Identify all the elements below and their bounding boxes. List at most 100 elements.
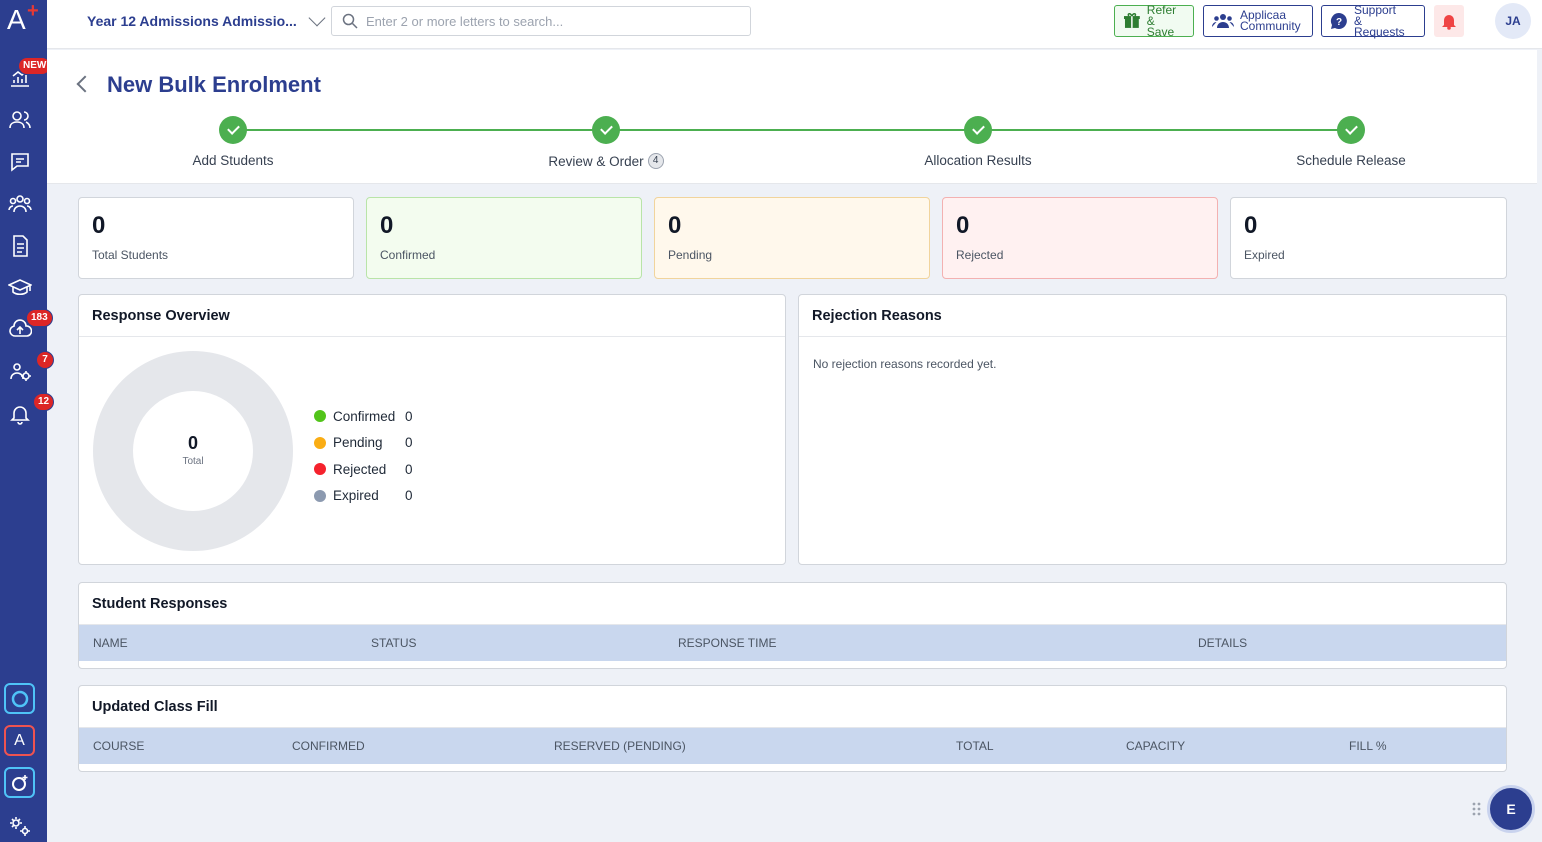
step-allocation-results[interactable]: Allocation Results bbox=[868, 116, 1088, 170]
stat-value: 0 bbox=[92, 212, 106, 239]
legend-swatch bbox=[314, 489, 326, 502]
applicaa-logo[interactable]: A + bbox=[7, 0, 41, 38]
class-fill-panel: Updated Class Fill COURSE CONFIRMED RESE… bbox=[78, 685, 1507, 772]
donut-total-value: 0 bbox=[187, 433, 198, 453]
donut-center: 0 Total bbox=[133, 391, 253, 511]
bell-icon bbox=[10, 406, 30, 425]
donut-total-label: Total bbox=[182, 456, 204, 467]
svg-text:?: ? bbox=[1336, 17, 1342, 28]
table-header-row: NAME STATUS RESPONSE TIME DETAILS bbox=[79, 625, 1506, 661]
chat-icon bbox=[11, 153, 29, 172]
refer-and-save-button[interactable]: Refer & Save bbox=[1114, 4, 1194, 39]
column-header-status[interactable]: STATUS bbox=[371, 636, 417, 650]
stat-label: Expired bbox=[1244, 248, 1285, 262]
column-header-reserved[interactable]: RESERVED (PENDING) bbox=[554, 739, 686, 753]
step-label: Schedule Release bbox=[1296, 153, 1406, 168]
sidebar-item-group-settings[interactable] bbox=[6, 358, 34, 386]
applicaa-app-icon: A bbox=[14, 731, 25, 749]
sidebar-item-courses[interactable] bbox=[6, 274, 34, 302]
support-requests-button[interactable]: ? Support & Requests bbox=[1321, 4, 1425, 38]
response-donut-chart: 0 Total bbox=[93, 351, 293, 551]
stat-card-total: 0 Total Students bbox=[78, 197, 354, 279]
stat-card-expired: 0 Expired bbox=[1230, 197, 1507, 279]
column-header-details[interactable]: DETAILS bbox=[1198, 636, 1247, 650]
users-icon bbox=[9, 111, 31, 129]
school-selector[interactable]: Year 12 Admissions Admissio... bbox=[87, 9, 326, 29]
back-arrow-icon[interactable] bbox=[76, 75, 94, 93]
column-header-total[interactable]: TOTAL bbox=[956, 739, 994, 753]
help-chat-icon: ? bbox=[1330, 13, 1347, 29]
step-schedule-release[interactable]: Schedule Release bbox=[1241, 116, 1461, 170]
legend-label: Expired bbox=[333, 488, 379, 504]
top-bar: Year 12 Admissions Admissio... Refer& Sa… bbox=[47, 0, 1542, 49]
table-header-row: COURSE CONFIRMED RESERVED (PENDING) TOTA… bbox=[79, 728, 1506, 764]
rejection-reasons-panel: Rejection Reasons No rejection reasons r… bbox=[798, 294, 1507, 565]
app-tile-circle[interactable] bbox=[4, 683, 35, 714]
column-header-name[interactable]: NAME bbox=[93, 636, 128, 650]
school-name: Year 12 Admissions Admissio... bbox=[87, 13, 297, 29]
step-count-badge: 4 bbox=[647, 153, 664, 169]
step-label: Allocation Results bbox=[924, 153, 1032, 168]
empty-state-text: No rejection reasons recorded yet. bbox=[813, 357, 997, 371]
app-tile-applicaa[interactable]: A bbox=[4, 725, 35, 756]
column-header-fill-percent[interactable]: FILL % bbox=[1349, 739, 1387, 753]
sidebar-item-documents[interactable] bbox=[6, 232, 34, 260]
sidebar-item-users[interactable] bbox=[6, 106, 34, 134]
stat-card-pending: 0 Pending bbox=[654, 197, 930, 279]
circle-plus-app-icon bbox=[11, 774, 27, 791]
check-circle-icon bbox=[964, 116, 992, 144]
response-overview-panel: Response Overview 0 Total Confirmed 0 Pe… bbox=[78, 294, 786, 565]
gift-icon bbox=[1123, 13, 1140, 28]
notifications-badge: 12 bbox=[33, 393, 55, 411]
sidebar-item-settings[interactable] bbox=[6, 812, 34, 840]
applicaa-community-button[interactable]: Applicaa Community bbox=[1203, 5, 1313, 37]
legend-label: Pending bbox=[333, 435, 383, 451]
ring-app-icon bbox=[11, 690, 28, 707]
stat-value: 0 bbox=[956, 212, 970, 239]
graduation-cap-icon bbox=[8, 279, 32, 296]
legend-swatch bbox=[314, 463, 326, 476]
sidebar-item-messages[interactable] bbox=[6, 148, 34, 176]
sidebar-item-notifications[interactable] bbox=[6, 400, 34, 428]
legend-value: 0 bbox=[405, 435, 413, 451]
user-avatar[interactable]: JA bbox=[1495, 3, 1531, 39]
legend-swatch bbox=[314, 436, 326, 449]
stat-value: 0 bbox=[1244, 212, 1258, 239]
check-circle-icon bbox=[592, 116, 620, 144]
stat-label: Confirmed bbox=[380, 248, 436, 262]
step-add-students[interactable]: Add Students bbox=[123, 116, 343, 170]
legend-swatch bbox=[314, 410, 326, 423]
step-review-order[interactable]: Review & Order 4 bbox=[496, 116, 716, 171]
panel-title: Rejection Reasons bbox=[799, 295, 1506, 337]
legend-value: 0 bbox=[405, 408, 413, 424]
refer-label-line2: & Save bbox=[1146, 13, 1175, 39]
column-header-course[interactable]: COURSE bbox=[93, 739, 144, 753]
panel-title: Student Responses bbox=[79, 583, 1506, 625]
logo-letter: A bbox=[7, 4, 26, 35]
stat-value: 0 bbox=[380, 212, 394, 239]
legend-item-rejected: Rejected 0 bbox=[314, 456, 413, 483]
legend-item-confirmed: Confirmed 0 bbox=[314, 403, 413, 430]
legend-value: 0 bbox=[405, 488, 413, 504]
panel-title: Response Overview bbox=[79, 295, 785, 337]
column-header-confirmed[interactable]: CONFIRMED bbox=[292, 739, 365, 753]
gears-icon bbox=[10, 817, 30, 836]
column-header-capacity[interactable]: CAPACITY bbox=[1126, 739, 1185, 753]
search-input[interactable] bbox=[366, 13, 726, 29]
group-settings-icon bbox=[10, 363, 31, 381]
stepper-progress-line bbox=[233, 129, 1351, 131]
sidebar-item-groups[interactable] bbox=[6, 190, 34, 218]
alerts-button[interactable] bbox=[1434, 5, 1464, 37]
column-header-response-time[interactable]: RESPONSE TIME bbox=[678, 636, 776, 650]
groups-badge: 7 bbox=[36, 351, 54, 369]
step-label: Review & Order bbox=[548, 153, 644, 169]
chat-initial: E bbox=[1506, 801, 1516, 817]
app-tile-plus[interactable] bbox=[4, 767, 35, 798]
search-icon bbox=[342, 13, 358, 29]
drag-handle-icon[interactable] bbox=[1472, 802, 1482, 816]
stat-card-confirmed: 0 Confirmed bbox=[366, 197, 642, 279]
stat-label: Pending bbox=[668, 248, 713, 262]
panel-title: Updated Class Fill bbox=[79, 686, 1506, 728]
chat-launcher-button[interactable]: E bbox=[1487, 785, 1535, 833]
group-icon bbox=[8, 195, 32, 213]
